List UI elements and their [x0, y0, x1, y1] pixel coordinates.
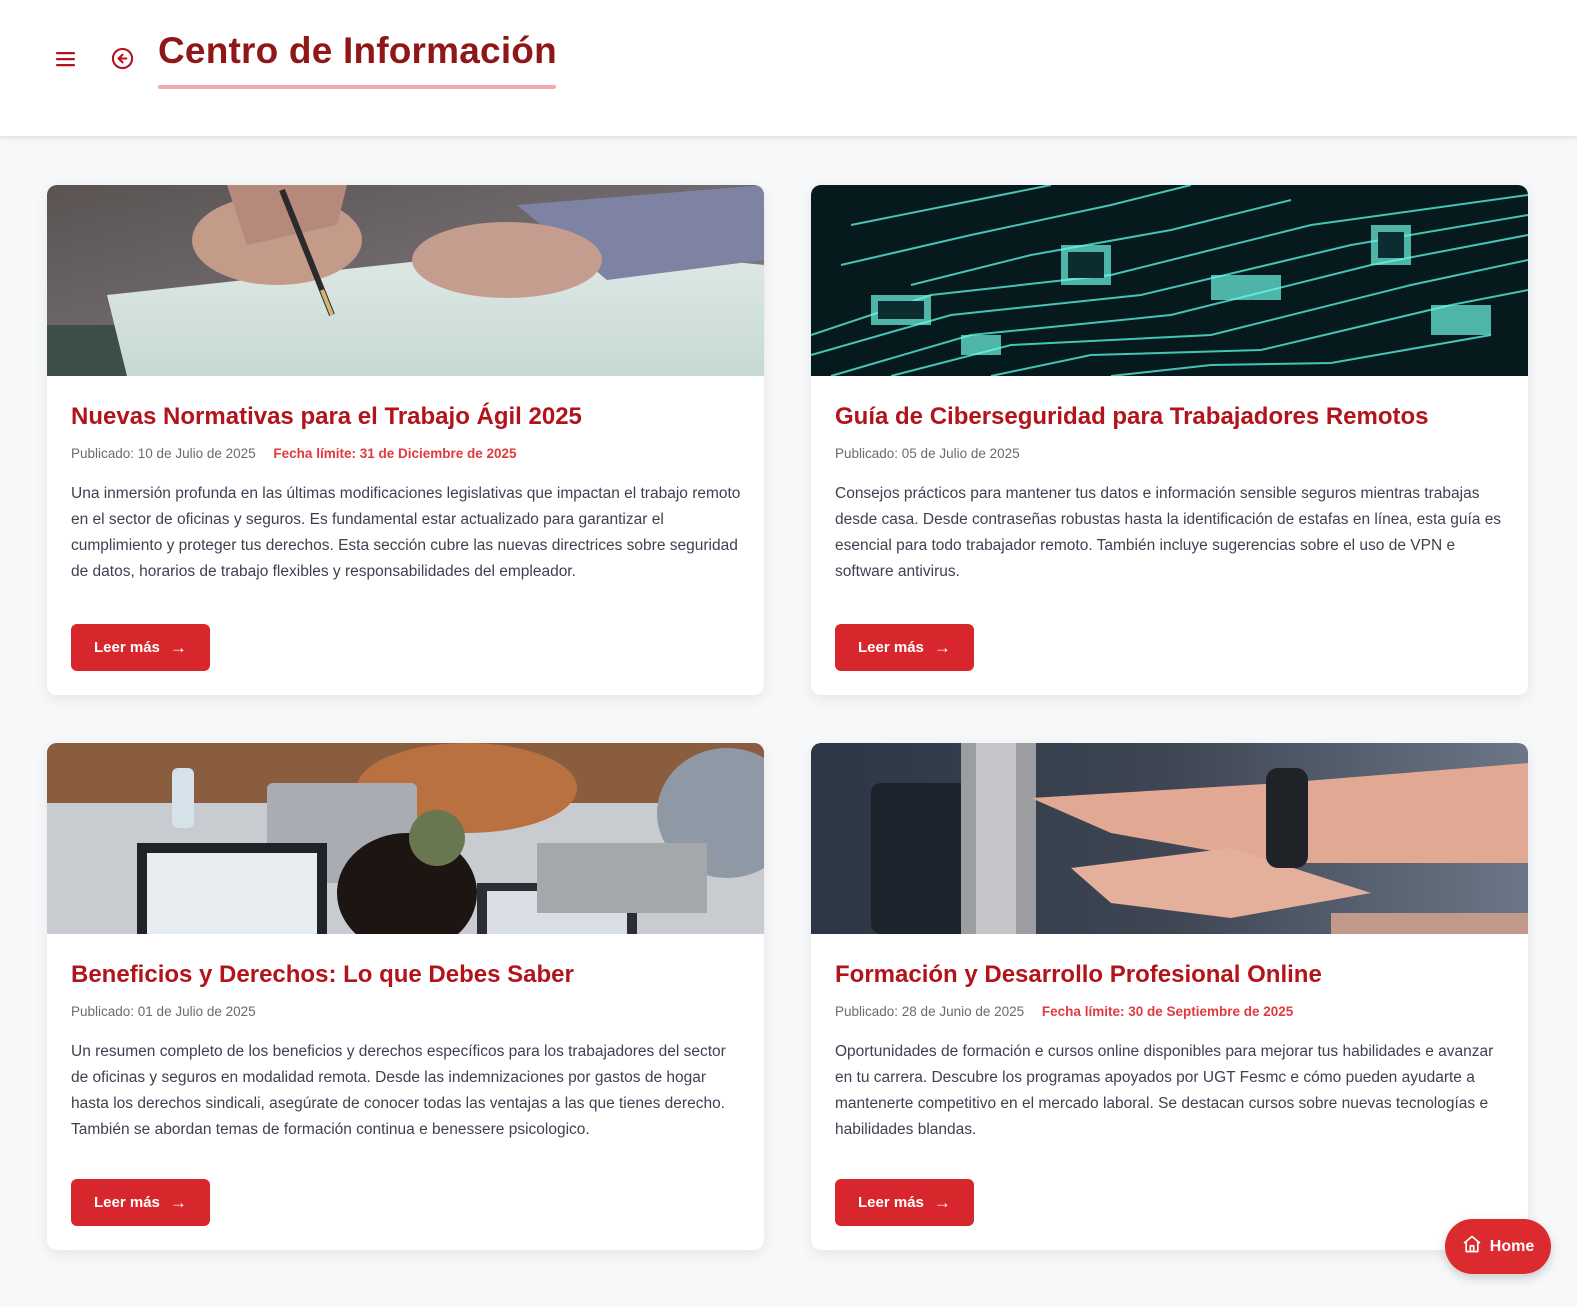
news-card: Formación y Desarrollo Profesional Onlin… [811, 743, 1528, 1250]
published-date: Publicado: 01 de Julio de 2025 [71, 1004, 256, 1019]
card-meta: Publicado: 10 de Julio de 2025 Fecha lím… [71, 444, 740, 464]
title-underline [158, 85, 556, 89]
back-button[interactable] [106, 45, 138, 77]
card-image-circuit [811, 185, 1528, 376]
arrow-right-icon: → [933, 637, 951, 657]
deadline-date: Fecha límite: 31 de Diciembre de 2025 [273, 446, 517, 461]
menu-button[interactable] [50, 45, 82, 77]
card-description: Un resumen completo de los beneficios y … [71, 1043, 726, 1138]
read-more-button[interactable]: Leer más → [71, 1179, 210, 1226]
page-header: Centro de Información [0, 0, 1577, 137]
hamburger-menu-icon [56, 51, 76, 72]
home-button[interactable]: Home [1445, 1219, 1551, 1274]
home-icon [1462, 1234, 1482, 1259]
read-more-button[interactable]: Leer más → [71, 624, 210, 671]
deadline-date: Fecha límite: 30 de Septiembre de 2025 [1041, 1004, 1294, 1019]
published-date: Publicado: 28 de Junio de 2025 [835, 1004, 1025, 1019]
card-image-team [47, 743, 764, 934]
read-more-label: Leer más [94, 1194, 160, 1211]
news-card: Nuevas Normativas para el Trabajo Ágil 2… [47, 185, 764, 695]
arrow-right-icon: → [169, 637, 187, 657]
published-date: Publicado: 10 de Julio de 2025 [71, 446, 256, 461]
published-date: Publicado: 05 de Julio de 2025 [835, 446, 1020, 461]
news-card: Guía de Ciberseguridad para Trabajadores… [811, 185, 1528, 695]
card-meta: Publicado: 05 de Julio de 2025 [835, 444, 1504, 464]
read-more-label: Leer más [858, 639, 924, 656]
page-title: Centro de Información [158, 30, 557, 71]
card-title[interactable]: Beneficios y Derechos: Lo que Debes Sabe… [71, 958, 740, 992]
card-title[interactable]: Nuevas Normativas para el Trabajo Ágil 2… [71, 400, 740, 434]
card-description: Oportunidades de formación e cursos onli… [835, 1043, 1494, 1138]
read-more-button[interactable]: Leer más → [835, 1179, 974, 1226]
read-more-label: Leer más [858, 1194, 924, 1211]
arrow-right-icon: → [169, 1192, 187, 1212]
card-meta: Publicado: 01 de Julio de 2025 [71, 1002, 740, 1022]
card-title[interactable]: Guía de Ciberseguridad para Trabajadores… [835, 400, 1504, 434]
card-image-pointing [811, 743, 1528, 934]
card-meta: Publicado: 28 de Junio de 2025 Fecha lím… [835, 1002, 1504, 1022]
circle-arrow-left-icon [111, 47, 134, 75]
card-title[interactable]: Formación y Desarrollo Profesional Onlin… [835, 958, 1504, 992]
home-label: Home [1489, 1237, 1535, 1255]
card-description: Consejos prácticos para mantener tus dat… [835, 485, 1502, 580]
read-more-label: Leer más [94, 639, 160, 656]
card-image-signing [47, 185, 764, 376]
read-more-button[interactable]: Leer más → [835, 624, 974, 671]
arrow-right-icon: → [933, 1192, 951, 1212]
card-description: Una inmersión profunda en las últimas mo… [71, 485, 741, 580]
news-card: Beneficios y Derechos: Lo que Debes Sabe… [47, 743, 764, 1250]
